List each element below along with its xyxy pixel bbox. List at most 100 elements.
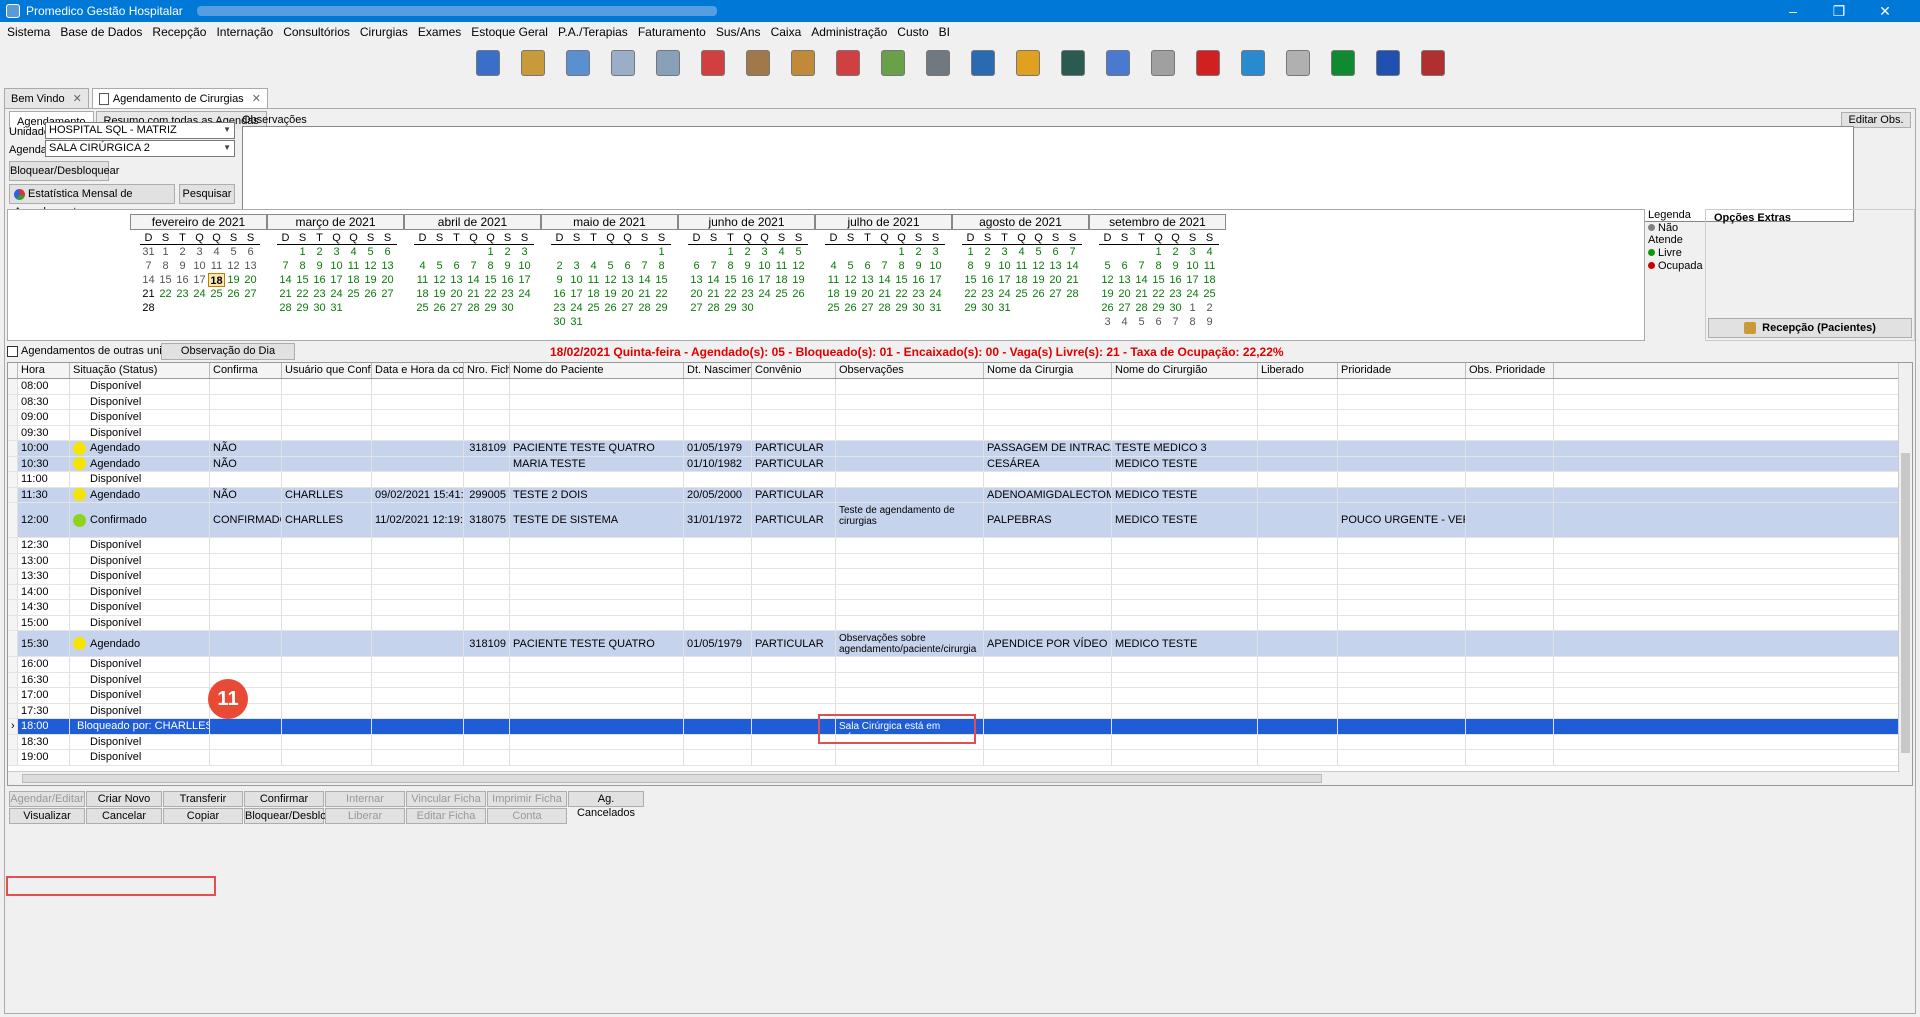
calendar-day[interactable]: 2 [979, 245, 996, 259]
action-button[interactable]: Conta [487, 808, 567, 824]
calendar-day[interactable]: 1 [653, 245, 670, 259]
calendar-day[interactable]: 20 [1047, 273, 1064, 287]
safe-icon[interactable] [920, 46, 956, 82]
calendar-day[interactable]: 30 [499, 301, 516, 315]
calendar-day[interactable] [636, 315, 653, 329]
calendar-day[interactable]: 1 [294, 245, 311, 259]
calendar-day[interactable]: 19 [362, 273, 379, 287]
calendar-day[interactable]: 24 [568, 301, 585, 315]
calendar-day[interactable]: 27 [448, 301, 465, 315]
calendar-day[interactable]: 9 [910, 259, 927, 273]
calendar-day[interactable]: 7 [1133, 259, 1150, 273]
calendar-day[interactable]: 18 [1013, 273, 1030, 287]
calendar-day[interactable]: 28 [705, 301, 722, 315]
calendar-day[interactable]: 6 [448, 259, 465, 273]
table-row[interactable]: 12:30 Disponível [8, 538, 1912, 554]
calendar-day[interactable]: 16 [311, 273, 328, 287]
calendar-day[interactable] [705, 245, 722, 259]
calendar-day[interactable]: 6 [619, 259, 636, 273]
calendar-day[interactable] [842, 245, 859, 259]
minimize-icon[interactable]: – [1770, 0, 1816, 22]
calendar-day[interactable]: 9 [551, 273, 568, 287]
ambulance2-icon[interactable] [695, 46, 731, 82]
calendar-day[interactable]: 13 [379, 259, 396, 273]
calendar-day[interactable]: 22 [653, 287, 670, 301]
book-icon[interactable] [1055, 46, 1091, 82]
calendar-day[interactable]: 5 [1133, 315, 1150, 329]
calendar-day[interactable]: 12 [842, 273, 859, 287]
menu-9[interactable]: Faturamento [633, 25, 711, 39]
calendar-day[interactable]: 18 [414, 287, 431, 301]
calendar-day[interactable]: 4 [773, 245, 790, 259]
calendar-day[interactable]: 9 [174, 259, 191, 273]
calendar-day[interactable] [1099, 245, 1116, 259]
calendar-day[interactable]: 22 [157, 287, 174, 301]
ie-icon[interactable] [1235, 46, 1271, 82]
calendar-day[interactable]: 19 [790, 273, 807, 287]
row-selector[interactable] [8, 657, 18, 672]
vertical-scrollbar[interactable] [1898, 363, 1912, 785]
calendar-day[interactable]: 10 [756, 259, 773, 273]
close-tab-icon[interactable]: ✕ [252, 93, 261, 105]
column-header[interactable]: Nro. Ficha [464, 363, 510, 378]
boxes-icon[interactable] [785, 46, 821, 82]
calendar-day[interactable] [1030, 301, 1047, 315]
table-row[interactable]: 09:30 Disponível [8, 425, 1912, 441]
calendar-day[interactable]: 10 [516, 259, 533, 273]
calendar-day[interactable]: 20 [859, 287, 876, 301]
action-button[interactable]: Criar Novo Horário [86, 791, 162, 819]
calendar-day[interactable]: 25 [1013, 287, 1030, 301]
calendar-day[interactable]: 10 [568, 273, 585, 287]
calendar-day[interactable]: 24 [996, 287, 1013, 301]
calendar-day[interactable]: 25 [345, 287, 362, 301]
estatistica-button[interactable]: Estatística Mensal de Agendamentos [9, 184, 175, 218]
calendar-day[interactable]: 5 [842, 259, 859, 273]
calendar-day[interactable]: 23 [979, 287, 996, 301]
calendar-day[interactable]: 7 [277, 259, 294, 273]
calendar-day[interactable]: 28 [277, 301, 294, 315]
calendar-day[interactable]: 17 [927, 273, 944, 287]
row-selector[interactable] [8, 750, 18, 765]
calendar-day[interactable]: 24 [927, 287, 944, 301]
calendar-day[interactable]: 24 [191, 287, 208, 301]
calendar-day[interactable]: 14 [1133, 273, 1150, 287]
action-button[interactable]: Imprimir Ficha [487, 791, 567, 807]
calendar-day[interactable] [208, 301, 225, 315]
calendar-day[interactable]: 11 [414, 273, 431, 287]
calendar-day[interactable]: 14 [705, 273, 722, 287]
calendar-day[interactable]: 15 [962, 273, 979, 287]
column-header[interactable]: Data e Hora da confir [372, 363, 464, 378]
calendar-day[interactable]: 13 [1116, 273, 1133, 287]
calendar-day[interactable]: 30 [979, 301, 996, 315]
calendar-day[interactable]: 7 [1167, 315, 1184, 329]
calendar-day[interactable]: 14 [636, 273, 653, 287]
horizontal-scrollbar[interactable] [8, 771, 1900, 785]
calendar-day[interactable]: 1 [482, 245, 499, 259]
calendar-day[interactable]: 10 [996, 259, 1013, 273]
calendar-day[interactable]: 16 [739, 273, 756, 287]
calendar-day[interactable]: 8 [722, 259, 739, 273]
calendar-day[interactable]: 15 [294, 273, 311, 287]
calendar-day[interactable]: 2 [739, 245, 756, 259]
column-header[interactable]: Nome do Paciente [510, 363, 684, 378]
tab-agendamento-cirurgias[interactable]: Agendamento de Cirurgias ✕ [91, 88, 268, 108]
calendar-day[interactable] [242, 301, 259, 315]
calendar-day[interactable]: 21 [465, 287, 482, 301]
calendar-day[interactable]: 6 [379, 245, 396, 259]
calendar-day[interactable]: 4 [1116, 315, 1133, 329]
menu-10[interactable]: Sus/Ans [711, 25, 766, 39]
calendar-day[interactable]: 22 [893, 287, 910, 301]
menu-8[interactable]: P.A./Terapias [553, 25, 633, 39]
calendar-day[interactable] [568, 245, 585, 259]
calendar-day[interactable]: 12 [1099, 273, 1116, 287]
calendar-day[interactable]: 28 [1064, 287, 1081, 301]
calendar-day[interactable]: 7 [1064, 245, 1081, 259]
calendar-day[interactable]: 15 [653, 273, 670, 287]
calendar-day[interactable]: 20 [379, 273, 396, 287]
calendar-day[interactable]: 24 [1184, 287, 1201, 301]
calendar-day[interactable]: 7 [705, 259, 722, 273]
calendar-day[interactable]: 27 [619, 301, 636, 315]
action-button[interactable]: Cancelar [86, 808, 162, 824]
calendar-day[interactable]: 29 [722, 301, 739, 315]
action-button[interactable]: Internar Paciente [325, 791, 405, 819]
